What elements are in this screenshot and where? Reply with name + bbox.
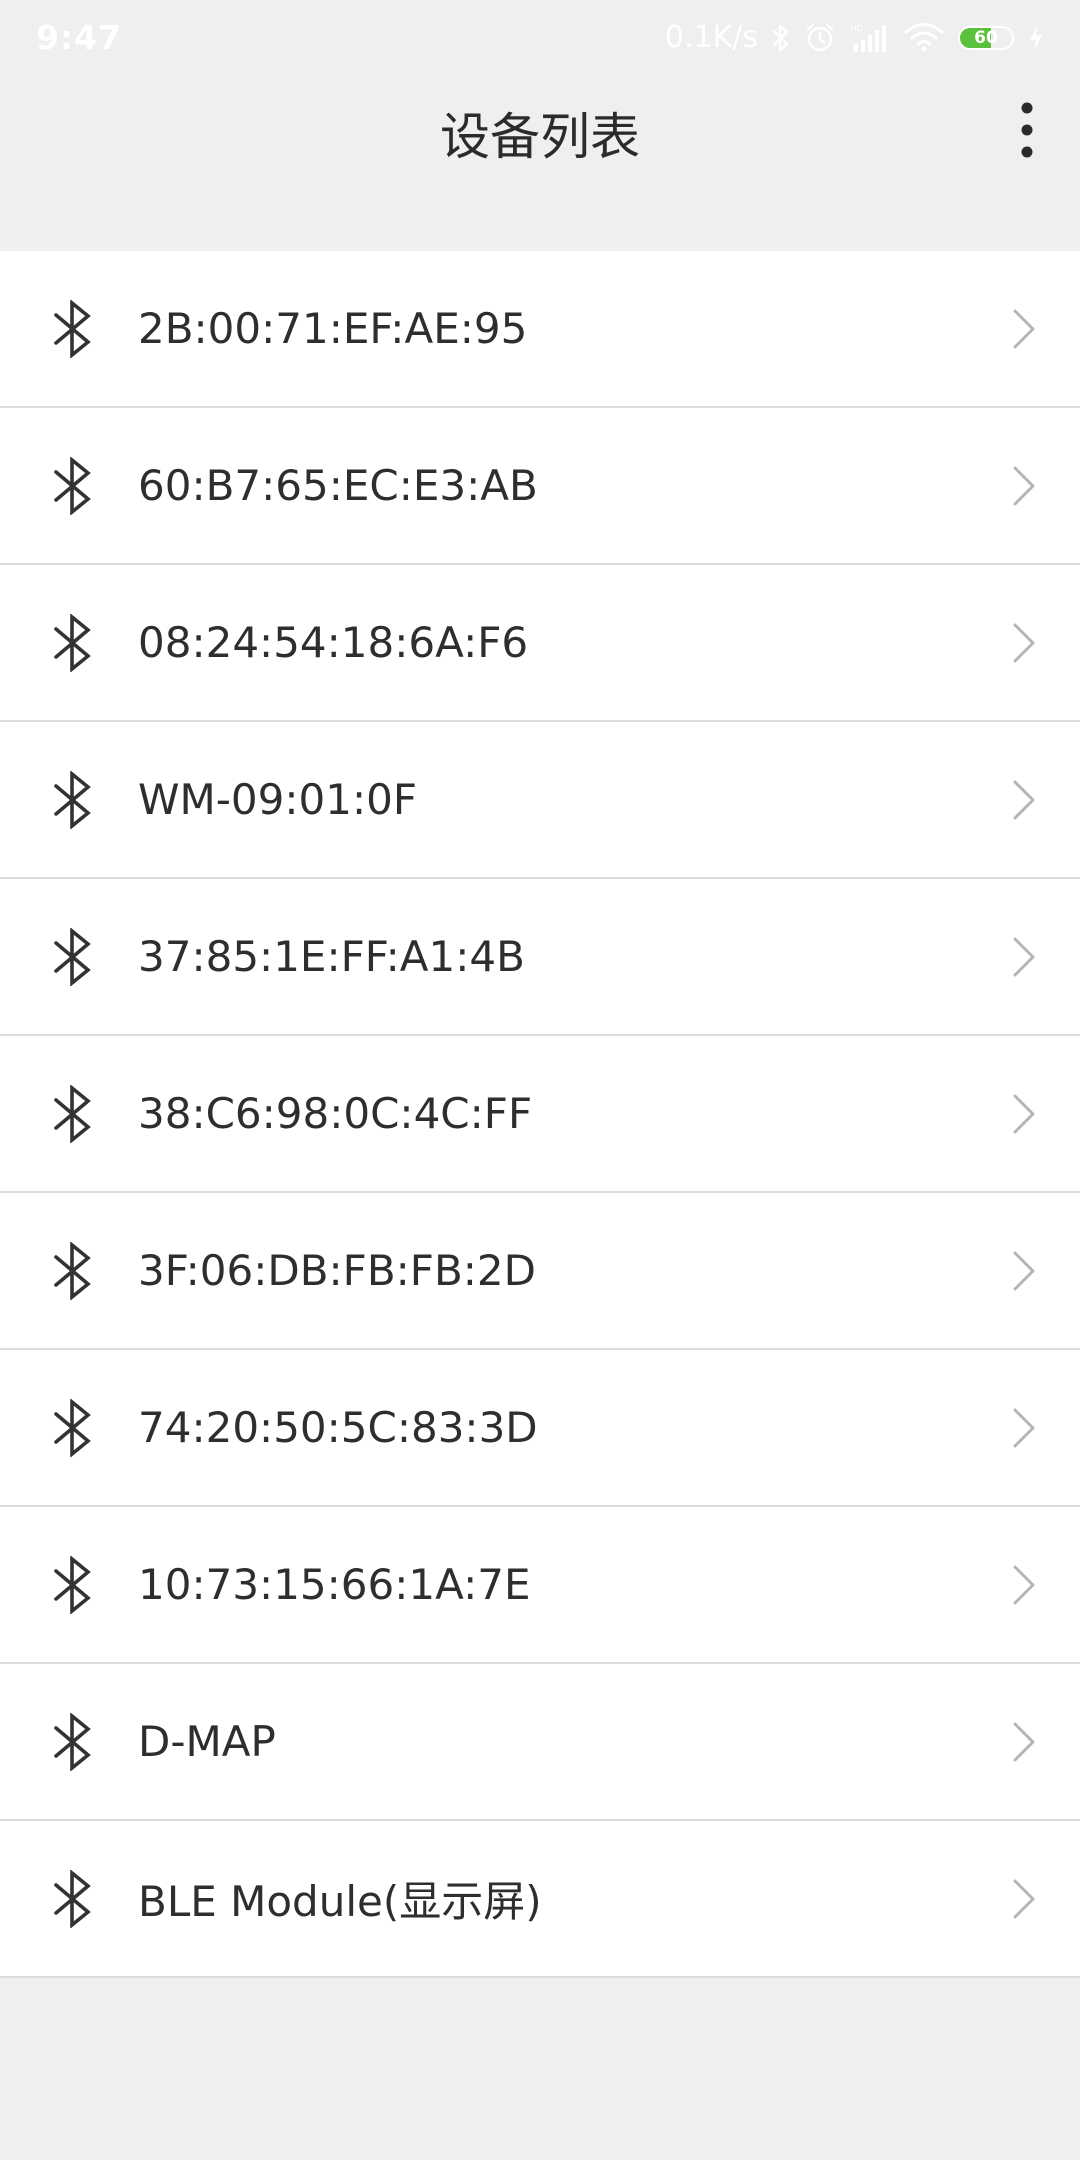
status-bar: 9:47 0.1K/s HD 60 xyxy=(0,0,1080,75)
list-item[interactable]: 2B:00:71:EF:AE:95 xyxy=(0,251,1080,408)
bluetooth-icon xyxy=(54,1869,91,1928)
device-name: WM-09:01:0F xyxy=(138,775,417,824)
list-item[interactable]: 3F:06:DB:FB:FB:2D xyxy=(0,1193,1080,1350)
device-name: 3F:06:DB:FB:FB:2D xyxy=(138,1246,536,1295)
chevron-right-icon xyxy=(1013,1722,1035,1761)
hd-signal-icon: HD xyxy=(850,22,890,54)
status-time: 9:47 xyxy=(36,18,123,57)
bluetooth-icon xyxy=(54,770,91,829)
device-name: 38:C6:98:0C:4C:FF xyxy=(138,1089,533,1138)
chevron-right-icon xyxy=(1013,780,1035,819)
bluetooth-icon xyxy=(54,1398,91,1457)
device-name: D-MAP xyxy=(138,1717,276,1766)
more-vertical-icon xyxy=(1021,102,1033,158)
device-name: 08:24:54:18:6A:F6 xyxy=(138,618,529,667)
chevron-right-icon xyxy=(1013,937,1035,976)
chevron-right-icon xyxy=(1013,1094,1035,1133)
chevron-right-icon xyxy=(1013,1879,1035,1918)
chevron-right-icon xyxy=(1013,1408,1035,1447)
list-item[interactable]: 60:B7:65:EC:E3:AB xyxy=(0,408,1080,565)
bluetooth-icon xyxy=(54,1241,91,1300)
svg-text:HD: HD xyxy=(850,23,863,33)
list-item[interactable]: 08:24:54:18:6A:F6 xyxy=(0,565,1080,722)
more-options-button[interactable] xyxy=(992,95,1062,165)
page-title: 设备列表 xyxy=(440,107,640,166)
bluetooth-icon xyxy=(54,1084,91,1143)
status-icons: 0.1K/s HD 60 xyxy=(665,20,1044,55)
chevron-right-icon xyxy=(1013,466,1035,505)
list-item[interactable]: WM-09:01:0F xyxy=(0,722,1080,879)
device-name: 10:73:15:66:1A:7E xyxy=(138,1560,531,1609)
chevron-right-icon xyxy=(1013,309,1035,348)
list-item[interactable]: D-MAP xyxy=(0,1664,1080,1821)
bluetooth-icon xyxy=(54,613,91,672)
wifi-icon xyxy=(904,22,944,53)
charging-icon xyxy=(1028,24,1044,52)
chevron-right-icon xyxy=(1013,1565,1035,1604)
bluetooth-icon xyxy=(54,1555,91,1614)
chevron-right-icon xyxy=(1013,623,1035,662)
list-item[interactable]: 74:20:50:5C:83:3D xyxy=(0,1350,1080,1507)
device-name: 60:B7:65:EC:E3:AB xyxy=(138,461,538,510)
list-item[interactable]: BLE Module(显示屏) xyxy=(0,1821,1080,1978)
bluetooth-icon xyxy=(54,927,91,986)
battery-icon: 60 xyxy=(958,25,1014,50)
device-name: 74:20:50:5C:83:3D xyxy=(138,1403,538,1452)
app-screen: 9:47 0.1K/s HD 60 设备列表 2B:00:71:EF:AE:95… xyxy=(0,0,1080,2160)
bluetooth-icon xyxy=(54,299,91,358)
network-speed: 0.1K/s xyxy=(664,20,758,55)
bluetooth-icon xyxy=(772,23,790,53)
list-item[interactable]: 10:73:15:66:1A:7E xyxy=(0,1507,1080,1664)
device-name: 2B:00:71:EF:AE:95 xyxy=(138,304,528,353)
chevron-right-icon xyxy=(1013,1251,1035,1290)
bluetooth-icon xyxy=(54,456,91,515)
alarm-icon xyxy=(804,22,836,54)
list-item[interactable]: 37:85:1E:FF:A1:4B xyxy=(0,879,1080,1036)
battery-level: 60 xyxy=(974,27,998,48)
device-list: 2B:00:71:EF:AE:95 60:B7:65:EC:E3:AB 08:2… xyxy=(0,251,1080,1978)
device-name: BLE Module(显示屏) xyxy=(138,1877,542,1926)
app-header: 设备列表 xyxy=(0,75,1080,200)
device-name: 37:85:1E:FF:A1:4B xyxy=(138,932,525,981)
bluetooth-icon xyxy=(54,1712,91,1771)
list-item[interactable]: 38:C6:98:0C:4C:FF xyxy=(0,1036,1080,1193)
